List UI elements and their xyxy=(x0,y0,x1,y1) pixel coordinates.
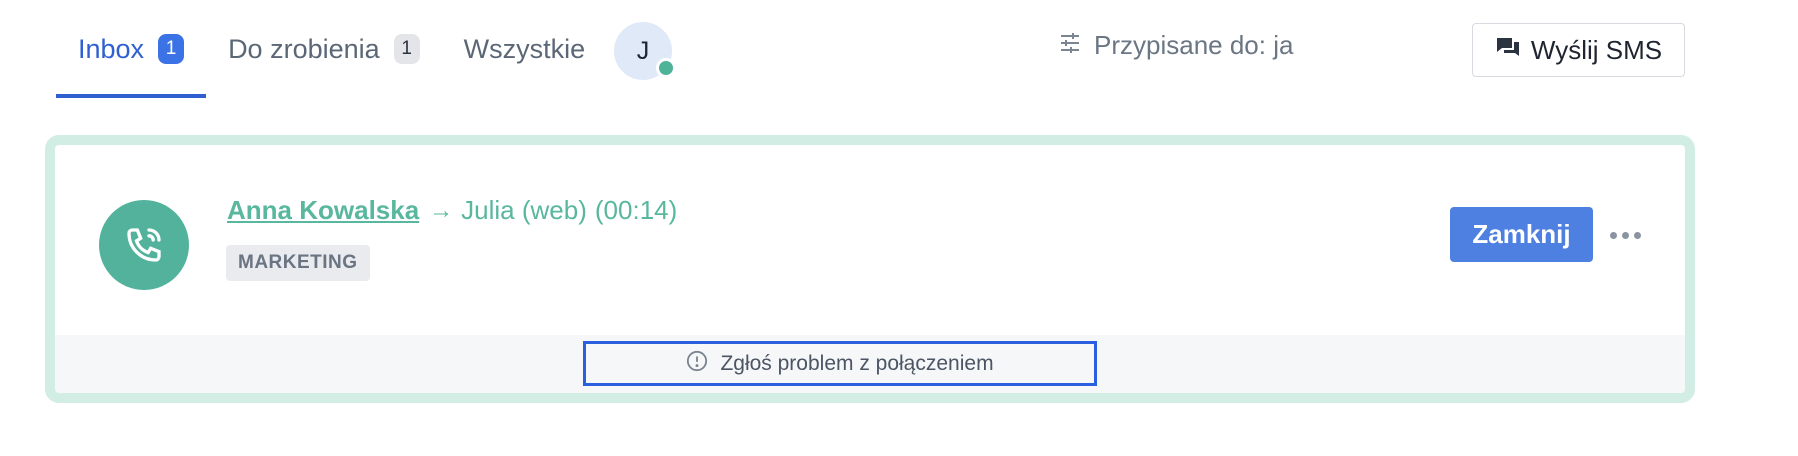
tab-todo-count-badge: 1 xyxy=(393,34,420,64)
tab-inbox[interactable]: Inbox 1 xyxy=(56,0,207,98)
agent-name: Julia (web) xyxy=(461,195,587,225)
alert-circle-icon xyxy=(686,350,708,378)
assigned-filter[interactable]: Przypisane do: ja xyxy=(1058,30,1293,61)
conversation-card[interactable]: Anna Kowalska → Julia (web) (00:14) MARK… xyxy=(45,135,1695,403)
online-status-dot xyxy=(656,58,676,78)
dot xyxy=(1621,231,1629,239)
caller-name-link[interactable]: Anna Kowalska xyxy=(227,195,419,226)
more-options-icon[interactable] xyxy=(1605,220,1645,250)
close-conversation-button[interactable]: Zamknij xyxy=(1450,207,1593,262)
category-tag: MARKETING xyxy=(226,245,370,281)
call-duration: (00:14) xyxy=(594,195,678,225)
dot xyxy=(1633,231,1641,239)
tab-todo-label: Do zrobienia xyxy=(228,33,380,64)
tab-todo[interactable]: Do zrobienia 1 xyxy=(206,0,442,98)
dot xyxy=(1609,231,1617,239)
report-problem-label: Zgłoś problem z połączeniem xyxy=(720,351,994,375)
assigned-filter-label: Przypisane do: ja xyxy=(1094,30,1294,60)
send-sms-button[interactable]: Wyślij SMS xyxy=(1472,23,1685,77)
conversation-header: Anna Kowalska → Julia (web) (00:14) xyxy=(227,195,677,226)
tab-inbox-count-badge: 1 xyxy=(158,34,185,64)
chat-icon xyxy=(1495,36,1521,65)
user-avatar[interactable]: J xyxy=(614,22,676,80)
tab-all-label: Wszystkie xyxy=(463,33,586,64)
card-footer: Zgłoś problem z połączeniem xyxy=(55,335,1685,393)
sliders-icon xyxy=(1058,31,1082,60)
report-problem-button[interactable]: Zgłoś problem z połączeniem xyxy=(583,341,1097,386)
phone-call-icon xyxy=(99,200,189,290)
tab-all[interactable]: Wszystkie xyxy=(442,0,608,98)
tab-bar: Inbox 1 Do zrobienia 1 Wszystkie xyxy=(56,0,607,98)
tab-inbox-label: Inbox xyxy=(78,33,145,64)
arrow-right-icon: → xyxy=(429,196,454,224)
send-sms-label: Wyślij SMS xyxy=(1530,34,1663,65)
